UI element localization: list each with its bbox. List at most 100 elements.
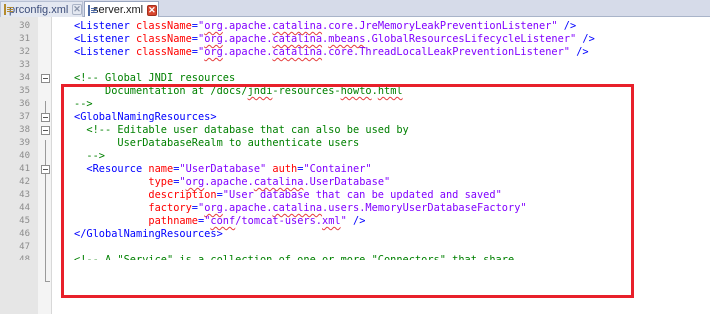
- code-line: 41 <Resource name="UserDatabase" auth="C…: [0, 163, 710, 176]
- code-token: catalina: [272, 202, 323, 214]
- code-token: type: [74, 176, 174, 188]
- code-text: </GlobalNamingResources>: [74, 228, 223, 241]
- code-token: />: [346, 215, 366, 227]
- code-token: .users.MemoryUserDatabaseFactory": [322, 202, 527, 214]
- code-token: <Listener: [74, 46, 136, 58]
- code-token: description: [74, 189, 217, 201]
- line-number: 30: [19, 21, 30, 31]
- code-line: 31 <Listener className="org.apache.catali…: [0, 33, 710, 46]
- xml-file-icon: [88, 4, 97, 16]
- code-token: .apache.: [222, 202, 273, 214]
- code-token: /tomcat-users.: [235, 215, 323, 227]
- code-line: 43 description="User database that can b…: [0, 189, 710, 202]
- code-token: mbeans: [328, 33, 366, 45]
- code-token: />: [570, 46, 589, 58]
- tab-label: server.xml: [93, 4, 144, 16]
- code-token: pathname: [74, 215, 198, 227]
- code-editor[interactable]: 30 <Listener className="org.apache.catali…: [0, 17, 710, 314]
- code-token: />: [557, 20, 577, 32]
- close-tab-icon[interactable]: ✕: [72, 4, 82, 15]
- code-token: -->: [74, 150, 105, 162]
- code-line: 42 type="org.apache.catalina.UserDatabas…: [0, 176, 710, 189]
- code-token: <Resource: [74, 163, 149, 175]
- tab-prconfig-xml[interactable]: prconfig.xml ✕: [0, 1, 83, 17]
- code-token: <!-- Global JNDI resources: [74, 72, 236, 84]
- code-text: factory="org.apache.catalina.users.Memor…: [74, 202, 527, 215]
- line-number: 39: [19, 138, 30, 148]
- code-line: 38 <!-- Editable user database that can …: [0, 124, 710, 137]
- line-number: 33: [19, 60, 30, 70]
- code-token: conf: [210, 215, 236, 227]
- code-token: <!-- A "Service" is a collection of one …: [74, 254, 515, 260]
- code-token: org: [204, 33, 223, 45]
- line-number: 38: [19, 125, 30, 135]
- code-line: 39 UserDatabaseRealm to authenticate use…: [0, 137, 710, 150]
- code-token: <Listener: [74, 33, 136, 45]
- code-token: <Listener: [74, 20, 136, 32]
- code-text: -->: [74, 150, 105, 163]
- code-token: org: [204, 46, 223, 58]
- code-text: <Listener className="org.apache.catalina…: [74, 33, 595, 46]
- code-text: Documentation at /docs/jndi-resources-ho…: [74, 85, 403, 98]
- line-number: 34: [19, 73, 30, 83]
- code-token: .core.JreMemoryLeakPreventionListener": [322, 20, 558, 32]
- code-token: .apache.: [222, 46, 273, 58]
- code-token: />: [576, 33, 595, 45]
- editor-tab-bar: prconfig.xml ✕ server.xml ✕: [0, 0, 710, 18]
- close-tab-icon[interactable]: ✕: [147, 4, 157, 16]
- code-text: pathname="conf/tomcat-users.xml" />: [74, 215, 365, 228]
- code-text: <Resource name="UserDatabase" auth="Cont…: [74, 163, 372, 176]
- line-number: 40: [19, 151, 30, 161]
- code-token: -->: [74, 98, 93, 110]
- code-token: catalina: [272, 33, 323, 45]
- code-token: UserDatabaseRealm to authenticate users: [74, 137, 360, 149]
- code-token: catalina: [253, 176, 304, 188]
- fold-guide-end: [45, 281, 50, 282]
- code-token: "User database that can be updated and s…: [222, 189, 502, 201]
- code-token: catalina: [272, 20, 323, 32]
- code-token: catalina: [272, 46, 323, 58]
- code-token: Documentation at /docs/: [74, 85, 248, 97]
- line-number: 36: [19, 99, 30, 109]
- line-number: 43: [19, 190, 30, 200]
- code-line: 40 -->: [0, 150, 710, 163]
- code-text: UserDatabaseRealm to authenticate users: [74, 137, 359, 150]
- code-text: <GlobalNamingResources>: [74, 111, 217, 124]
- code-line: 34 <!-- Global JNDI resources: [0, 72, 710, 85]
- code-text: type="org.apache.catalina.UserDatabase": [74, 176, 390, 189]
- code-text: <!-- A "Service" is a collection of one …: [74, 254, 514, 260]
- fold-collapse-icon[interactable]: [41, 126, 50, 135]
- code-token: .apache.: [222, 20, 273, 32]
- fold-collapse-icon[interactable]: [41, 165, 50, 174]
- line-number: 35: [19, 86, 30, 96]
- code-line: 48 <!-- A "Service" is a collection of on…: [0, 254, 710, 260]
- code-token: "Container": [303, 163, 372, 175]
- code-token: <!-- Editable user database that can als…: [74, 124, 409, 136]
- code-line: 36 -->: [0, 98, 710, 111]
- code-text: <Listener className="org.apache.catalina…: [74, 46, 589, 59]
- fold-collapse-icon[interactable]: [41, 113, 50, 122]
- code-token: org: [204, 20, 223, 32]
- code-token: "UserDatabase": [179, 163, 267, 175]
- code-token: factory: [74, 202, 192, 214]
- code-token: auth: [272, 163, 298, 175]
- code-token: className: [136, 20, 192, 32]
- line-number: 45: [19, 216, 30, 226]
- code-token: .GlobalResourcesLifecycleListener": [365, 33, 577, 45]
- line-number: 31: [19, 34, 30, 44]
- code-line: 30 <Listener className="org.apache.catali…: [0, 20, 710, 33]
- code-line: 32 <Listener className="org.apache.catali…: [0, 46, 710, 59]
- code-token: .apache.: [222, 33, 273, 45]
- line-number: 48: [19, 255, 30, 260]
- line-number: 47: [19, 242, 30, 252]
- code-token: .apache.: [204, 176, 254, 188]
- code-token: </GlobalNamingResources>: [74, 228, 223, 240]
- code-line: 35 Documentation at /docs/jndi-resources…: [0, 85, 710, 98]
- code-token: -resources-: [272, 85, 341, 97]
- tab-server-xml[interactable]: server.xml ✕: [84, 1, 159, 18]
- code-token: className: [136, 46, 192, 58]
- code-line: 45 pathname="conf/tomcat-users.xml" />: [0, 215, 710, 228]
- code-text: description="User database that can be u…: [74, 189, 502, 202]
- code-text: <Listener className="org.apache.catalina…: [74, 20, 576, 33]
- fold-collapse-icon[interactable]: [41, 74, 50, 83]
